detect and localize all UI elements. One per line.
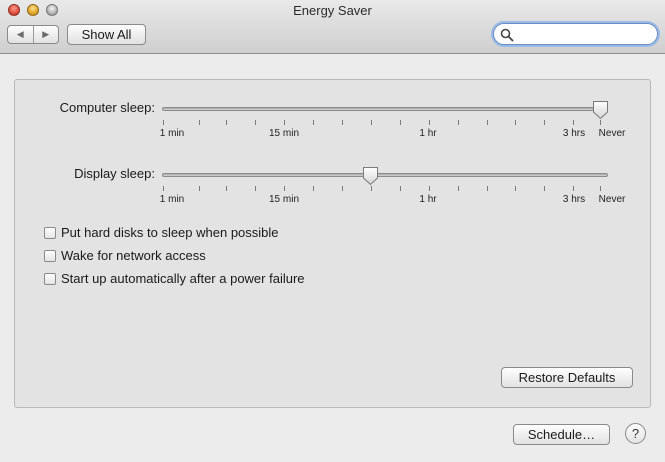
computer-sleep-track[interactable] bbox=[162, 107, 608, 111]
computer-sleep-tick-1hr: 1 hr bbox=[419, 128, 437, 139]
titlebar: Energy Saver ◀ ▶ Show All bbox=[0, 0, 665, 54]
help-icon: ? bbox=[631, 426, 640, 441]
show-all-button[interactable]: Show All bbox=[67, 24, 146, 45]
startup-power-failure-checkbox[interactable] bbox=[44, 272, 56, 285]
hard-disks-sleep-checkbox[interactable] bbox=[44, 226, 56, 239]
computer-sleep-tick-3hrs: 3 hrs bbox=[562, 128, 586, 139]
back-button[interactable]: ◀ bbox=[8, 26, 33, 43]
display-sleep-track[interactable] bbox=[162, 173, 608, 177]
option-hard-disks-sleep[interactable]: Put hard disks to sleep when possible bbox=[44, 225, 279, 240]
computer-sleep-tick-never: Never bbox=[598, 128, 626, 139]
window-title: Energy Saver bbox=[293, 3, 372, 18]
display-sleep-tick-3hrs: 3 hrs bbox=[562, 194, 586, 205]
search-field[interactable] bbox=[493, 23, 658, 45]
startup-power-failure-label: Start up automatically after a power fai… bbox=[61, 271, 305, 286]
search-icon bbox=[500, 28, 514, 42]
back-forward-control: ◀ ▶ bbox=[7, 25, 59, 44]
display-sleep-slider-knob[interactable] bbox=[362, 166, 379, 186]
hard-disks-sleep-label: Put hard disks to sleep when possible bbox=[61, 225, 279, 240]
forward-button[interactable]: ▶ bbox=[32, 26, 59, 43]
forward-arrow-icon: ▶ bbox=[42, 29, 50, 39]
help-button[interactable]: ? bbox=[625, 423, 646, 444]
option-wake-network[interactable]: Wake for network access bbox=[44, 248, 206, 263]
settings-panel: Computer sleep: 1 min 15 min 1 hr 3 hrs … bbox=[14, 79, 651, 408]
computer-sleep-label: Computer sleep: bbox=[59, 100, 155, 115]
wake-network-checkbox[interactable] bbox=[44, 249, 56, 262]
computer-sleep-tick-1min: 1 min bbox=[159, 128, 185, 139]
display-sleep-label: Display sleep: bbox=[74, 166, 155, 181]
display-sleep-tick-15min: 15 min bbox=[268, 194, 300, 205]
computer-sleep-tick-15min: 15 min bbox=[268, 128, 300, 139]
computer-sleep-slider-knob[interactable] bbox=[592, 100, 609, 120]
schedule-button[interactable]: Schedule… bbox=[513, 424, 610, 445]
back-arrow-icon: ◀ bbox=[16, 29, 24, 39]
display-sleep-tick-1min: 1 min bbox=[159, 194, 185, 205]
display-sleep-tick-never: Never bbox=[598, 194, 626, 205]
restore-defaults-button[interactable]: Restore Defaults bbox=[501, 367, 633, 388]
wake-network-label: Wake for network access bbox=[61, 248, 206, 263]
display-sleep-tick-1hr: 1 hr bbox=[419, 194, 437, 205]
option-startup-power-failure[interactable]: Start up automatically after a power fai… bbox=[44, 271, 305, 286]
